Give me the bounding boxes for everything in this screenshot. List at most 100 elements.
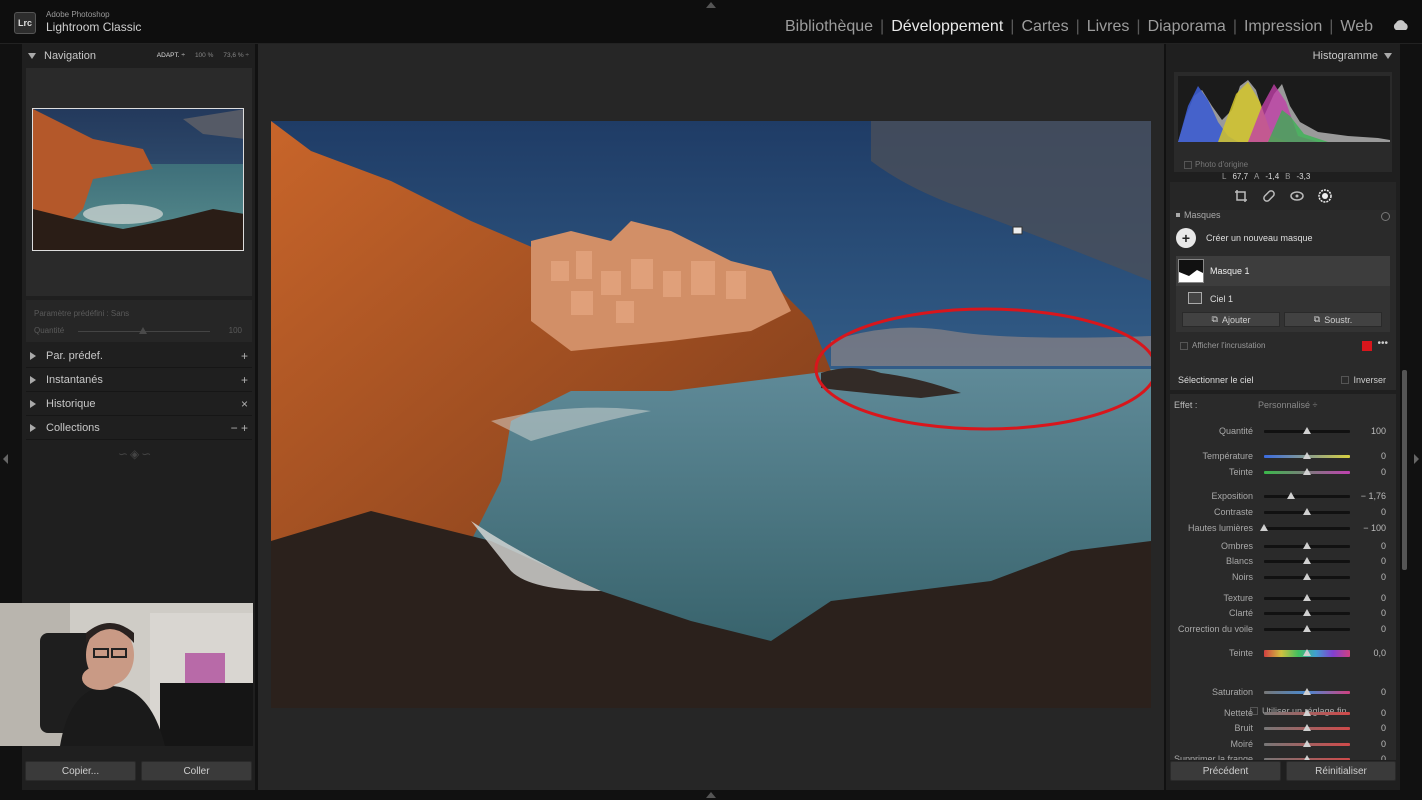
subtract-button[interactable]: ⧉ Soustr. — [1284, 312, 1382, 327]
slider-thumb[interactable] — [1286, 492, 1295, 499]
slider-thumb[interactable] — [1303, 609, 1311, 616]
panel-history[interactable]: Historique × — [26, 393, 252, 416]
slider-thumb[interactable] — [1303, 573, 1311, 580]
masking-icon[interactable] — [1318, 189, 1332, 203]
copy-button[interactable]: Copier... — [25, 761, 136, 781]
module-web[interactable]: Web — [1333, 18, 1380, 36]
invert-toggle[interactable]: Inverser — [1341, 375, 1386, 385]
navigator-preview[interactable] — [32, 108, 244, 251]
slider-thumb[interactable] — [1303, 508, 1311, 515]
slider-thumb[interactable] — [1303, 649, 1311, 656]
zoom-custom[interactable]: 73,6 % ÷ — [223, 52, 249, 59]
slider-row: Contraste 0 — [1170, 505, 1396, 519]
slider-value[interactable]: 0 — [1381, 624, 1386, 634]
preset-quantity-thumb[interactable] — [139, 327, 147, 334]
add-button[interactable]: ⧉ Ajouter — [1182, 312, 1280, 327]
slider-value[interactable]: 0,0 — [1373, 648, 1386, 658]
clear-history-icon[interactable]: × — [241, 397, 248, 411]
panel-collections[interactable]: Collections − + — [26, 417, 252, 440]
slider-value[interactable]: 100 — [1371, 426, 1386, 436]
module-map[interactable]: Cartes — [1014, 18, 1075, 36]
slider-thumb[interactable] — [1303, 709, 1311, 716]
slider-thumb[interactable] — [1303, 724, 1311, 731]
show-overlay-toggle[interactable]: Afficher l'incrustation — [1180, 341, 1265, 350]
top-panel-toggle-icon[interactable] — [706, 2, 716, 8]
slider-value[interactable]: 0 — [1381, 467, 1386, 477]
slider-track[interactable] — [1264, 527, 1350, 530]
more-options-icon[interactable]: ••• — [1377, 338, 1388, 349]
sky-component-label[interactable]: Ciel 1 — [1210, 294, 1233, 304]
sky-component-icon[interactable] — [1188, 292, 1202, 304]
brand-top: Adobe Photoshop — [46, 10, 110, 19]
add-snapshot-icon[interactable]: + — [241, 373, 248, 387]
red-eye-icon[interactable] — [1290, 189, 1304, 203]
slider-value[interactable]: 0 — [1381, 572, 1386, 582]
crop-icon[interactable] — [1234, 189, 1248, 203]
slider-thumb[interactable] — [1303, 427, 1311, 434]
slider-value[interactable]: − 1,76 — [1361, 491, 1386, 501]
module-print[interactable]: Impression — [1237, 18, 1329, 36]
overlay-color-swatch[interactable] — [1362, 341, 1372, 351]
help-icon[interactable] — [1381, 212, 1390, 221]
slider-value[interactable]: 0 — [1381, 708, 1386, 718]
previous-button[interactable]: Précédent — [1170, 761, 1281, 781]
slider-thumb[interactable] — [1303, 740, 1311, 747]
panel-snapshots[interactable]: Instantanés + — [26, 369, 252, 392]
masks-header[interactable]: Masques — [1176, 210, 1221, 220]
module-library[interactable]: Bibliothèque — [778, 18, 880, 36]
slider-value[interactable]: 0 — [1381, 451, 1386, 461]
slider-thumb[interactable] — [1303, 542, 1311, 549]
histogram-header[interactable]: Histogramme — [1313, 50, 1392, 62]
filmstrip-toggle-icon[interactable] — [706, 792, 716, 798]
panel-snapshots-label: Instantanés — [46, 374, 103, 386]
slider-thumb[interactable] — [1303, 557, 1311, 564]
module-develop[interactable]: Développement — [884, 18, 1010, 36]
slider-thumb[interactable] — [1303, 688, 1311, 695]
slider-value[interactable]: 0 — [1381, 507, 1386, 517]
slider-value[interactable]: 0 — [1381, 556, 1386, 566]
lab-l-label: L — [1222, 172, 1227, 181]
module-book[interactable]: Livres — [1080, 18, 1137, 36]
show-overlay-checkbox[interactable] — [1180, 341, 1188, 350]
slider-label: Correction du voile — [1177, 624, 1253, 634]
collection-actions-icon[interactable]: − + — [231, 421, 248, 435]
photo-preview[interactable] — [271, 121, 1151, 708]
add-preset-icon[interactable]: + — [241, 349, 248, 363]
slider-value[interactable]: 0 — [1381, 687, 1386, 697]
slider-value[interactable]: 0 — [1381, 739, 1386, 749]
expand-triangle-icon — [30, 376, 36, 384]
original-photo-checkbox[interactable] — [1184, 160, 1192, 169]
zoom-100[interactable]: 100 % — [195, 52, 213, 59]
slider-thumb[interactable] — [1303, 468, 1311, 475]
slider-track[interactable] — [1264, 495, 1350, 498]
slider-thumb[interactable] — [1303, 452, 1311, 459]
slider-row: Supprimer la frange 0 — [1170, 752, 1396, 760]
slider-thumb[interactable] — [1303, 755, 1311, 760]
slider-label: Netteté — [1223, 708, 1253, 718]
module-slideshow[interactable]: Diaporama — [1141, 18, 1233, 36]
mask-item[interactable]: Masque 1 — [1176, 256, 1390, 286]
panel-presets[interactable]: Par. prédef. + — [26, 345, 252, 368]
slider-value[interactable]: 0 — [1381, 754, 1386, 760]
slider-value[interactable]: 0 — [1381, 723, 1386, 733]
healing-icon[interactable] — [1262, 189, 1276, 203]
slider-row: Teinte 0,0 — [1170, 646, 1396, 660]
zoom-fit[interactable]: ADAPT. ÷ — [157, 52, 185, 59]
right-panel-scrollbar[interactable] — [1402, 370, 1407, 570]
slider-value[interactable]: 0 — [1381, 593, 1386, 603]
right-panel-toggle-icon[interactable] — [1414, 454, 1419, 464]
slider-thumb[interactable] — [1303, 625, 1311, 632]
create-mask-button[interactable]: + Créer un nouveau masque — [1176, 228, 1313, 248]
original-photo-toggle[interactable]: Photo d'origine — [1184, 160, 1248, 169]
slider-value[interactable]: 0 — [1381, 608, 1386, 618]
left-panel-toggle-icon[interactable] — [3, 454, 8, 464]
effect-preset-dropdown[interactable]: Personnalisé ÷ — [1258, 400, 1317, 410]
reset-button[interactable]: Réinitialiser — [1286, 761, 1396, 781]
invert-checkbox[interactable] — [1341, 376, 1350, 384]
slider-value[interactable]: − 100 — [1363, 523, 1386, 533]
slider-value[interactable]: 0 — [1381, 541, 1386, 551]
paste-button[interactable]: Coller — [141, 761, 252, 781]
cloud-icon[interactable] — [1392, 20, 1410, 30]
slider-thumb[interactable] — [1260, 524, 1268, 531]
slider-thumb[interactable] — [1303, 594, 1311, 601]
